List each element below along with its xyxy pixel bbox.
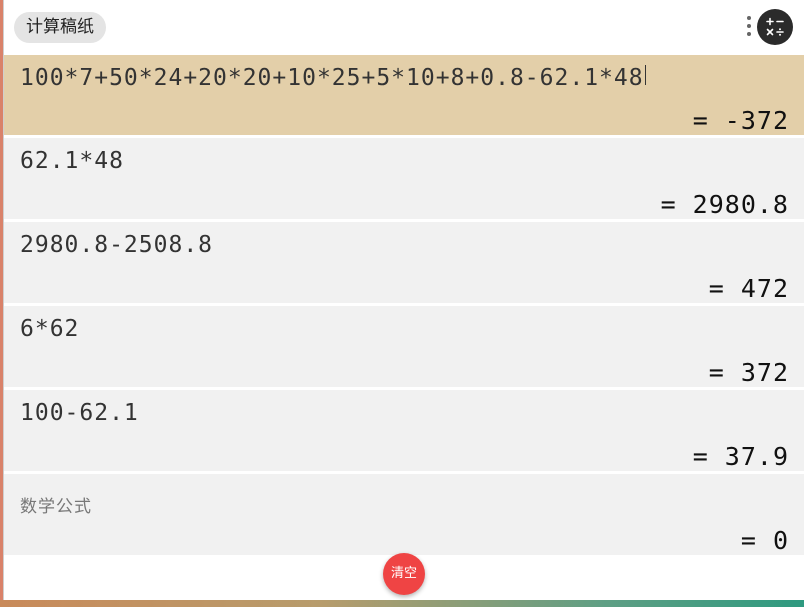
calculation-list: 100*7+50*24+20*20+10*25+5*10+8+0.8-62.1*… <box>4 55 804 558</box>
expression-text[interactable]: 62.1*48 <box>20 148 124 174</box>
desktop-background <box>0 600 804 607</box>
calculation-row-active[interactable]: 100*7+50*24+20*20+10*25+5*10+8+0.8-62.1*… <box>4 55 804 135</box>
result-value: = 372 <box>708 358 789 387</box>
expression-text[interactable]: 6*62 <box>20 316 79 342</box>
header-bar: 计算稿纸 <box>4 0 804 55</box>
calculation-row-empty[interactable]: 数学公式 = 0 <box>4 474 804 555</box>
calculation-row[interactable]: 2980.8-2508.8 = 472 <box>4 222 804 303</box>
clear-button[interactable]: 清空 <box>383 553 425 595</box>
result-value: = 0 <box>740 526 789 555</box>
result-value: = 472 <box>708 274 789 303</box>
expression-text[interactable]: 2980.8-2508.8 <box>20 232 213 258</box>
result-value: = 2980.8 <box>660 190 789 219</box>
calculation-row[interactable]: 100-62.1 = 37.9 <box>4 390 804 471</box>
more-vert-icon[interactable] <box>744 14 754 40</box>
expression-text[interactable]: 100-62.1 <box>20 400 139 426</box>
expression-input[interactable]: 100*7+50*24+20*20+10*25+5*10+8+0.8-62.1*… <box>20 65 646 91</box>
calculation-row[interactable]: 62.1*48 = 2980.8 <box>4 138 804 219</box>
calculator-operators-icon[interactable] <box>757 9 793 45</box>
app-title: 计算稿纸 <box>14 12 106 43</box>
app-window: 计算稿纸 100*7+50*24+20*20+10*25+5*10+8+0.8-… <box>3 0 804 600</box>
result-value: = -372 <box>692 106 789 135</box>
result-value: = 37.9 <box>692 442 789 471</box>
text-caret <box>644 65 646 85</box>
calculation-row[interactable]: 6*62 = 372 <box>4 306 804 387</box>
formula-input-placeholder[interactable]: 数学公式 <box>20 492 92 517</box>
expression-text: 100*7+50*24+20*20+10*25+5*10+8+0.8-62.1*… <box>20 65 644 91</box>
